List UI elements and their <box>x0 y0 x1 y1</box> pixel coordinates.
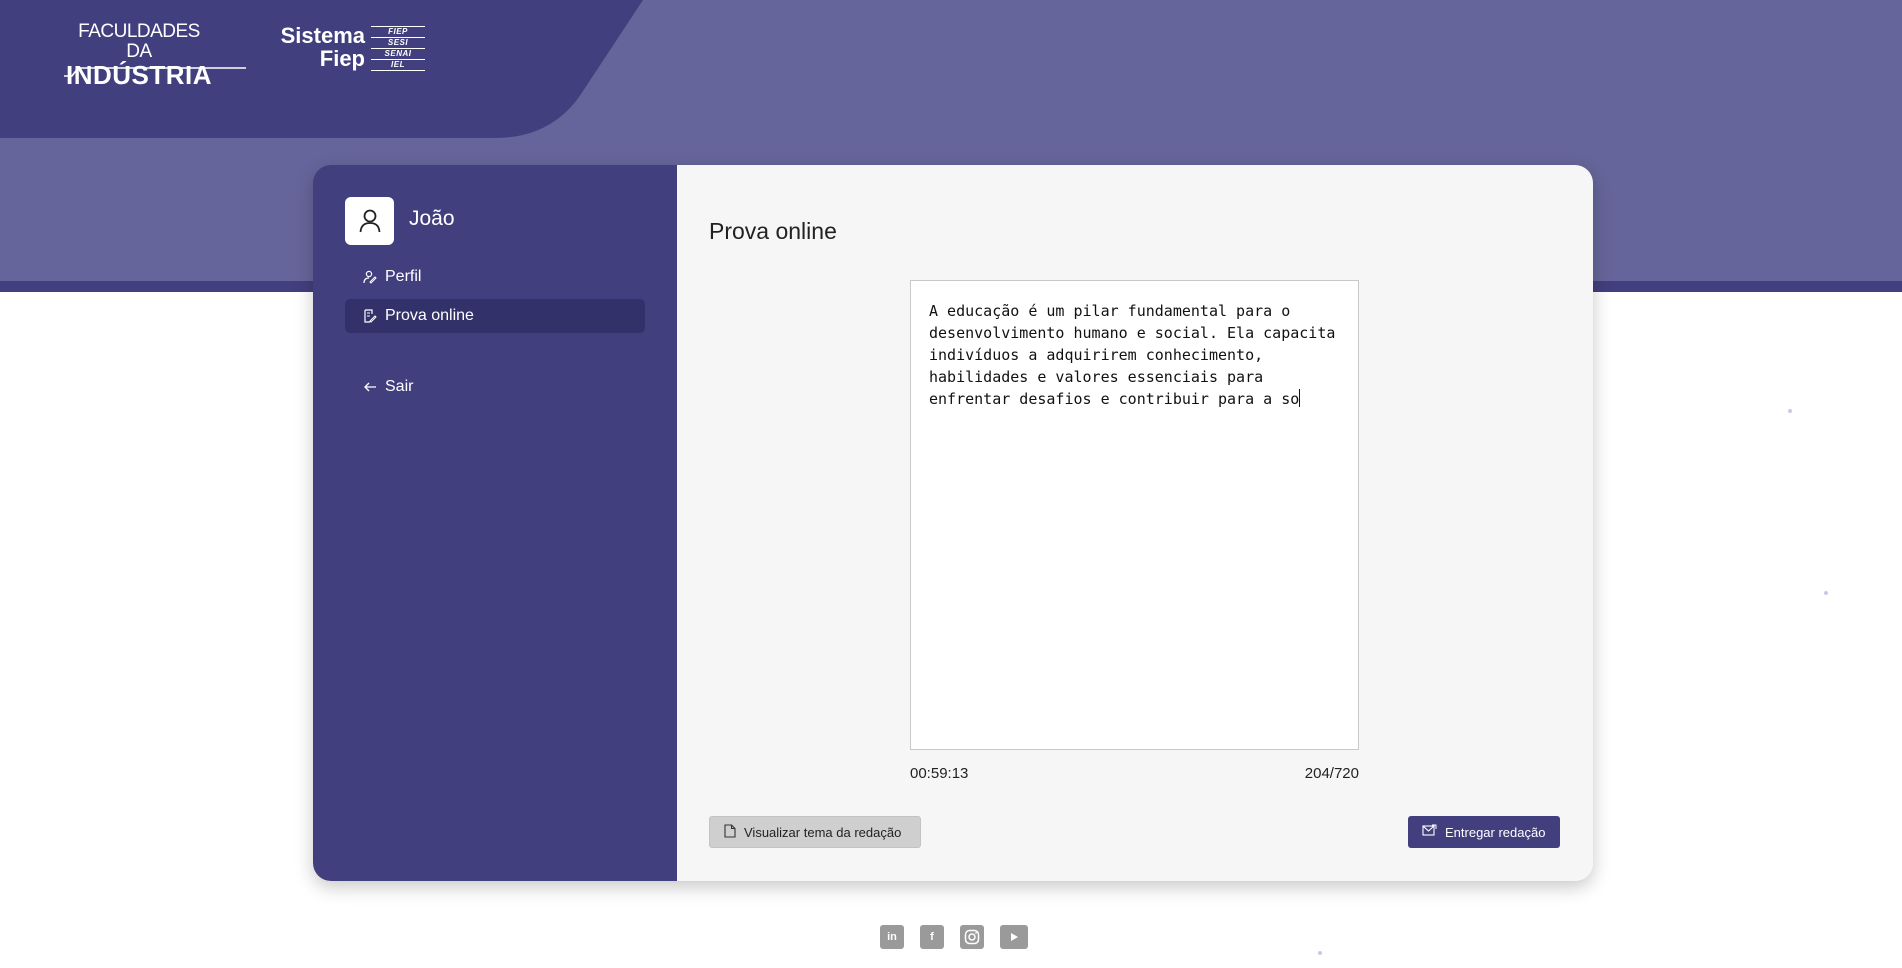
submit-label: Entregar redação <box>1445 824 1546 840</box>
essay-text: A educação é um pilar fundamental para o… <box>929 302 1345 408</box>
decor-dot <box>1788 409 1792 413</box>
decor-dot <box>1318 951 1322 955</box>
arrow-left-icon <box>363 380 377 394</box>
logo-tag: SESI <box>371 37 425 48</box>
main-card: João Perfil Prova online Sair Prova onli… <box>313 165 1593 881</box>
sidebar-item-label: Prova online <box>385 307 474 324</box>
logo-tag: IEL <box>371 59 425 71</box>
sidebar-item-label: Perfil <box>385 268 422 285</box>
social-links: in f <box>880 925 1028 949</box>
logo-underline-icon <box>64 67 246 77</box>
page-title: Prova online <box>709 218 837 244</box>
avatar[interactable] <box>345 197 394 245</box>
youtube-icon[interactable] <box>1000 925 1028 949</box>
logo-tag: FIEP <box>371 26 425 37</box>
decor-dot <box>1824 591 1828 595</box>
sidebar: João Perfil Prova online Sair <box>313 165 677 881</box>
user-edit-icon <box>363 270 377 284</box>
logo-sf-line2: Fiep <box>319 46 365 71</box>
linkedin-icon[interactable]: in <box>880 925 904 949</box>
sidebar-item-prova-online[interactable]: Prova online <box>345 299 645 333</box>
instagram-icon[interactable] <box>960 925 984 949</box>
sidebar-item-perfil[interactable]: Perfil <box>345 260 645 294</box>
submit-essay-button[interactable]: Entregar redação <box>1408 816 1560 848</box>
send-mail-icon <box>1422 824 1437 840</box>
faculdades-da-industria-logo[interactable]: FACULDADES DA INDÚSTRIA <box>64 21 246 88</box>
exam-timer: 00:59:13 <box>910 765 969 782</box>
user-name: João <box>409 207 455 230</box>
view-theme-label: Visualizar tema da redação <box>744 824 902 840</box>
document-icon <box>724 823 736 841</box>
user-icon <box>359 209 380 233</box>
logo-fi-line1: FACULDADES DA <box>78 21 200 62</box>
logo-sf-line1: Sistema <box>280 23 365 48</box>
character-counter: 204/720 <box>1304 765 1359 782</box>
logout-button[interactable]: Sair <box>345 370 645 404</box>
view-theme-button[interactable]: Visualizar tema da redação <box>709 816 921 848</box>
text-caret <box>1299 389 1301 407</box>
main-content: Prova online A educação é um pilar funda… <box>677 165 1593 881</box>
document-edit-icon <box>363 309 377 323</box>
facebook-icon[interactable]: f <box>920 925 944 949</box>
logo-tag: SENAI <box>371 48 425 59</box>
essay-textarea[interactable]: A educação é um pilar fundamental para o… <box>910 280 1359 750</box>
logout-label: Sair <box>385 378 414 395</box>
